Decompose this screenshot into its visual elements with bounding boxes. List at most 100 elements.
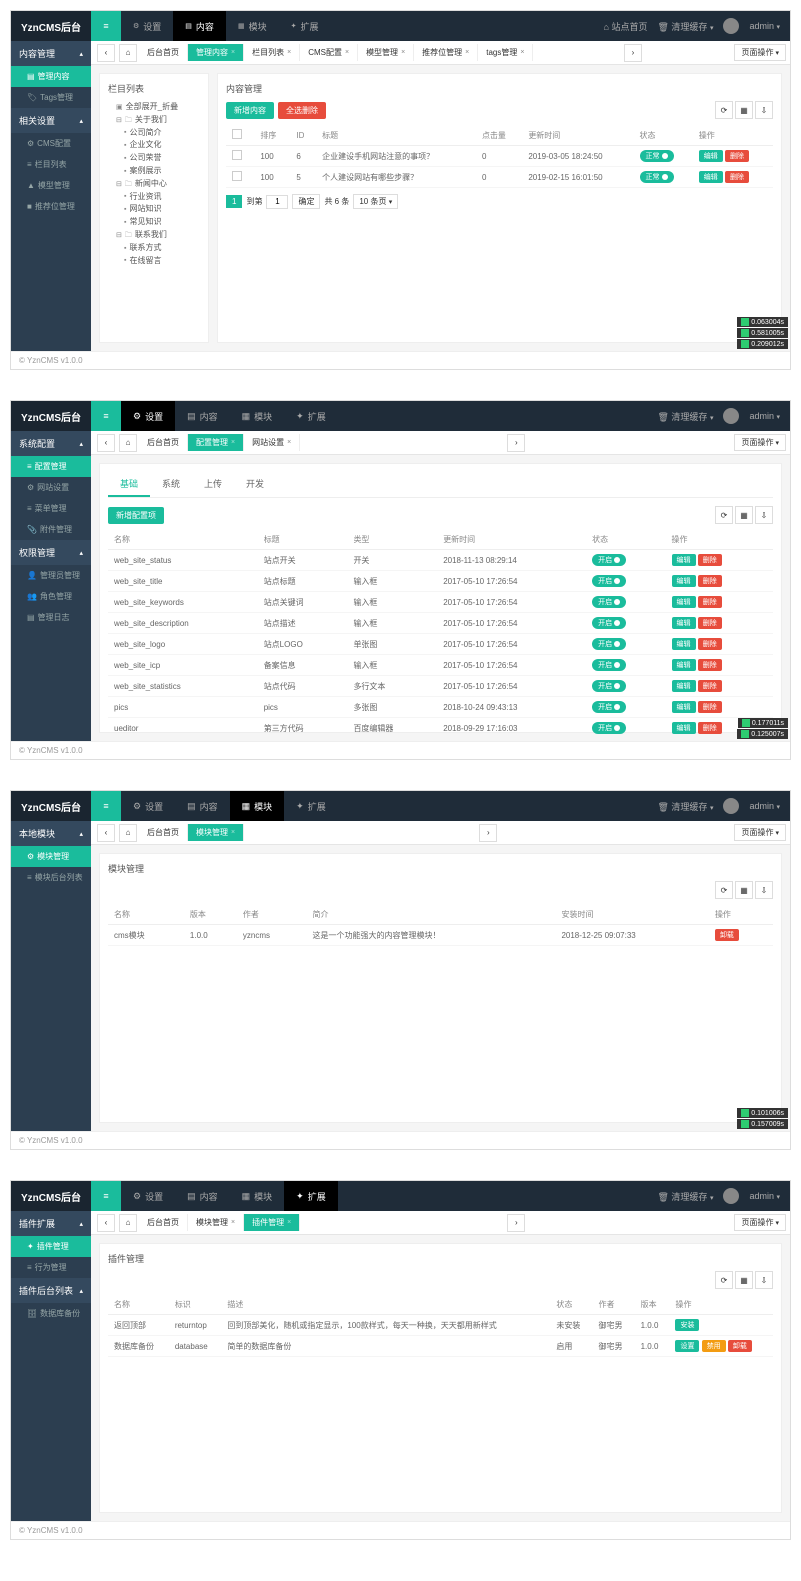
topmenu-settings[interactable]: ⚙设置: [121, 11, 173, 41]
tab-config-mgmt[interactable]: 配置管理×: [188, 434, 244, 451]
tab-prev[interactable]: ‹: [97, 1214, 115, 1232]
cell-title[interactable]: 个人建设网站有哪些步骤？: [316, 167, 476, 188]
cell-title[interactable]: 企业建设手机网站注意的事项？: [316, 146, 476, 167]
page-ops[interactable]: 页面操作▾: [734, 1214, 786, 1231]
tab-cms-config[interactable]: CMS配置×: [300, 44, 358, 61]
side-group-related[interactable]: 相关设置▴: [11, 108, 91, 133]
side-item-role-mgmt[interactable]: 👥角色管理: [11, 586, 91, 607]
status-badge[interactable]: 开启: [592, 722, 626, 734]
tab-dashboard[interactable]: 后台首页: [139, 1214, 188, 1231]
tree-item[interactable]: ⊟🗀联系我们: [108, 229, 200, 242]
refresh-icon[interactable]: ⟳: [715, 506, 733, 524]
status-badge[interactable]: 正常: [640, 150, 674, 162]
checkbox[interactable]: [232, 150, 242, 160]
tab-next[interactable]: ›: [479, 824, 497, 842]
delete-button[interactable]: 删除: [698, 701, 722, 713]
topmenu-module[interactable]: ▦模块: [230, 791, 285, 821]
status-badge[interactable]: 开启: [592, 617, 626, 629]
status-badge[interactable]: 开启: [592, 659, 626, 671]
tree-item[interactable]: ▪常见知识: [108, 216, 200, 229]
avatar[interactable]: [723, 1188, 739, 1204]
tree-item[interactable]: ▪公司荣誉: [108, 152, 200, 165]
subtab-basic[interactable]: 基础: [108, 472, 150, 497]
columns-icon[interactable]: ▦: [735, 1271, 753, 1289]
side-group-sysconfig[interactable]: 系统配置▴: [11, 431, 91, 456]
delete-button[interactable]: 删除: [725, 150, 749, 162]
brand-logo[interactable]: YznCMS后台: [11, 11, 91, 41]
columns-icon[interactable]: ▦: [735, 881, 753, 899]
tab-plugin-mgmt[interactable]: 插件管理×: [244, 1214, 300, 1231]
status-badge[interactable]: 正常: [640, 171, 674, 183]
delete-all-button[interactable]: 全选删除: [278, 102, 326, 119]
edit-button[interactable]: 编辑: [672, 680, 696, 692]
tab-home[interactable]: ⌂: [119, 1214, 137, 1232]
delete-button[interactable]: 删除: [698, 659, 722, 671]
refresh-icon[interactable]: ⟳: [715, 1271, 733, 1289]
avatar[interactable]: [723, 18, 739, 34]
side-group-content[interactable]: 内容管理▴: [11, 41, 91, 66]
side-item-models[interactable]: ▲模型管理: [11, 175, 91, 196]
topmenu-content[interactable]: ▤内容: [175, 401, 230, 431]
cache-link[interactable]: 🗑 清理缓存 ▾: [657, 20, 713, 33]
close-icon[interactable]: ×: [231, 49, 235, 56]
delete-button[interactable]: 删除: [698, 722, 722, 734]
export-icon[interactable]: ⇩: [755, 881, 773, 899]
page-ops[interactable]: 页面操作▾: [734, 434, 786, 451]
side-item-tags[interactable]: 🏷Tags管理: [11, 87, 91, 108]
page-size-select[interactable]: 10 条页 ▾: [353, 194, 398, 209]
close-icon[interactable]: ×: [401, 49, 405, 56]
side-item-module-mgmt[interactable]: ⚙模块管理: [11, 846, 91, 867]
op-button[interactable]: 禁用: [702, 1340, 726, 1352]
tree-item[interactable]: ▪案例展示: [108, 165, 200, 178]
menu-toggle-icon[interactable]: ≡: [91, 11, 121, 41]
delete-button[interactable]: 删除: [698, 680, 722, 692]
close-icon[interactable]: ×: [287, 49, 291, 56]
tree-expand-all[interactable]: ▣全部展开_折叠: [108, 101, 200, 114]
side-item-db-backup[interactable]: 🗄数据库备份: [11, 1303, 91, 1324]
tab-recommend[interactable]: 推荐位管理×: [414, 44, 478, 61]
op-button[interactable]: 安装: [675, 1319, 699, 1331]
export-icon[interactable]: ⇩: [755, 506, 773, 524]
export-icon[interactable]: ⇩: [755, 101, 773, 119]
avatar[interactable]: [723, 408, 739, 424]
site-link[interactable]: ⌂ 站点首页: [603, 20, 647, 33]
tab-next[interactable]: ›: [624, 44, 642, 62]
tree-item[interactable]: ▪行业资讯: [108, 191, 200, 204]
edit-button[interactable]: 编辑: [672, 596, 696, 608]
side-item-attach-mgmt[interactable]: 📎附件管理: [11, 519, 91, 540]
columns-icon[interactable]: ▦: [735, 101, 753, 119]
edit-button[interactable]: 编辑: [672, 617, 696, 629]
side-item-recommend[interactable]: ■推荐位管理: [11, 196, 91, 217]
side-item-plugin-mgmt[interactable]: ✦插件管理: [11, 1236, 91, 1257]
add-config-button[interactable]: 新增配置项: [108, 507, 164, 524]
subtab-upload[interactable]: 上传: [192, 472, 234, 497]
side-item-menu-mgmt[interactable]: ≡菜单管理: [11, 498, 91, 519]
delete-button[interactable]: 删除: [698, 575, 722, 587]
columns-icon[interactable]: ▦: [735, 506, 753, 524]
tab-home[interactable]: ⌂: [119, 824, 137, 842]
username[interactable]: admin ▾: [749, 21, 780, 31]
side-item-cms-config[interactable]: ⚙CMS配置: [11, 133, 91, 154]
topmenu-settings[interactable]: ⚙设置: [121, 1181, 175, 1211]
brand-logo[interactable]: YznCMS后台: [11, 1181, 91, 1211]
tab-next[interactable]: ›: [507, 434, 525, 452]
username[interactable]: admin ▾: [749, 801, 780, 811]
page-confirm[interactable]: 确定: [292, 194, 320, 209]
page-ops[interactable]: 页面操作▾: [734, 44, 786, 61]
topmenu-ext[interactable]: ✦扩展: [284, 1181, 338, 1211]
subtab-dev[interactable]: 开发: [234, 472, 276, 497]
tab-dashboard[interactable]: 后台首页: [139, 434, 188, 451]
side-item-log[interactable]: ▤管理日志: [11, 607, 91, 628]
topmenu-module[interactable]: ▦模块: [230, 401, 285, 431]
tab-prev[interactable]: ‹: [97, 44, 115, 62]
close-icon[interactable]: ×: [520, 49, 524, 56]
tab-prev[interactable]: ‹: [97, 434, 115, 452]
delete-button[interactable]: 删除: [698, 596, 722, 608]
close-icon[interactable]: ×: [231, 829, 235, 836]
tree-item[interactable]: ▪企业文化: [108, 139, 200, 152]
tab-module-mgmt[interactable]: 模块管理×: [188, 824, 244, 841]
tab-tags[interactable]: tags管理×: [478, 44, 533, 61]
checkbox[interactable]: [232, 129, 242, 139]
topmenu-content[interactable]: ▤内容: [173, 11, 226, 41]
brand-logo[interactable]: YznCMS后台: [11, 401, 91, 431]
